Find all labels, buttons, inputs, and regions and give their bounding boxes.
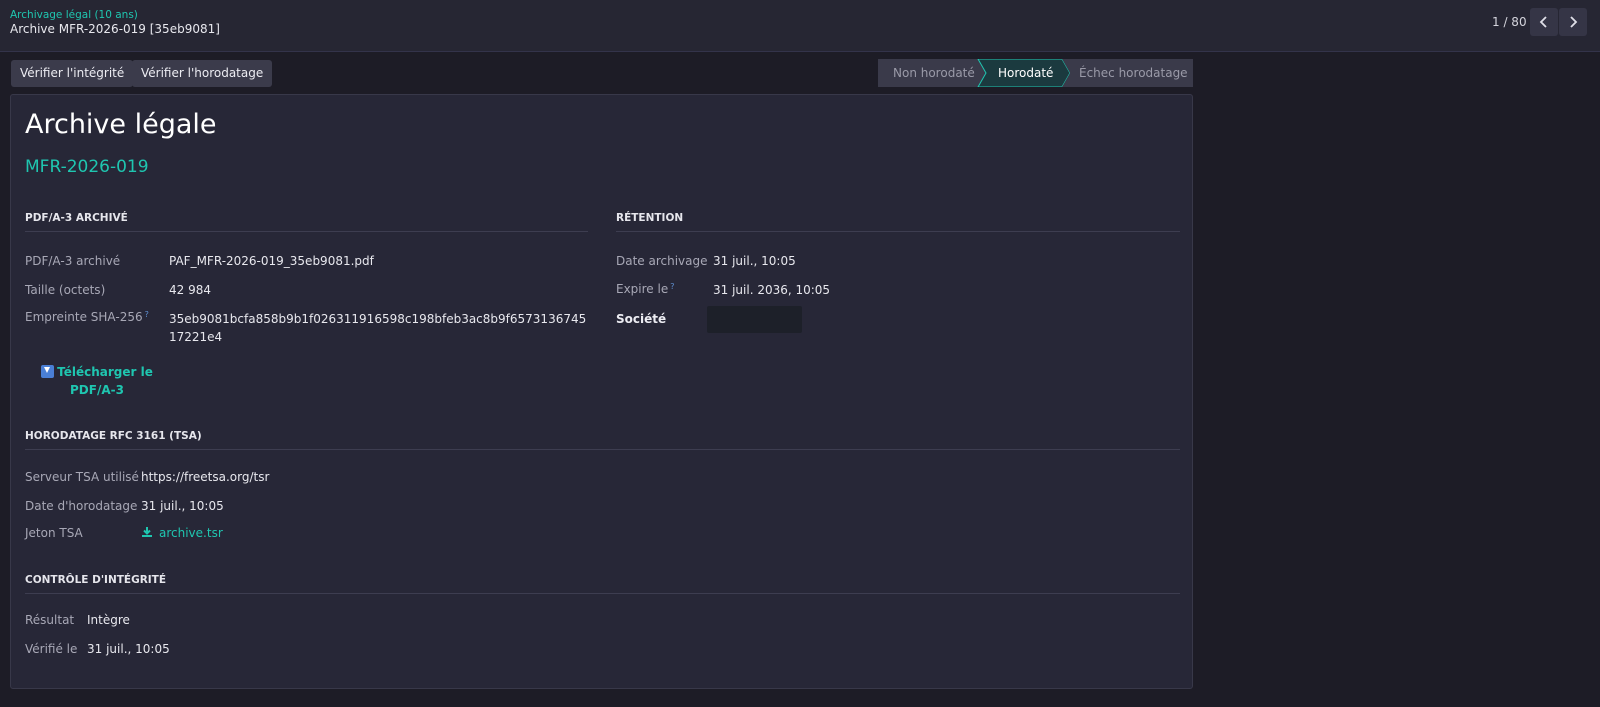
company-label: Société	[616, 312, 667, 326]
archive-date-value: 31 juil., 10:05	[713, 254, 796, 268]
file-size-value: 42 984	[169, 283, 211, 297]
expiry-label: Expire le?	[616, 282, 674, 296]
integrity-section-title: CONTRÔLE D'INTÉGRITÉ	[25, 574, 167, 586]
chevron-left-icon	[1539, 16, 1547, 28]
archive-date-label: Date archivage	[616, 254, 708, 268]
download-arrow-icon	[41, 365, 55, 378]
download-icon	[142, 527, 152, 537]
status-stage-timestamped[interactable]: Horodaté	[998, 66, 1053, 80]
tsa-section-divider	[25, 449, 1180, 450]
verify-integrity-button[interactable]: Vérifier l'intégrité	[11, 60, 134, 87]
status-stage-timestamp-failed[interactable]: Échec horodatage	[1079, 66, 1188, 80]
verified-on-value: 31 juil., 10:05	[87, 642, 170, 656]
tsa-server-label: Serveur TSA utilisé	[25, 470, 139, 484]
verified-on-label: Vérifié le	[25, 642, 78, 656]
form-sheet: Archive légale MFR-2026-019 PDF/A-3 ARCH…	[10, 94, 1193, 689]
page-title: Archive légale	[25, 109, 217, 140]
expiry-label-text: Expire le	[616, 282, 669, 296]
tsa-server-value: https://freetsa.org/tsr	[141, 470, 270, 484]
integrity-section-divider	[25, 593, 1180, 594]
verify-timestamp-button[interactable]: Vérifier l'horodatage	[132, 60, 273, 87]
tsa-token-label: Jeton TSA	[25, 526, 83, 540]
download-pdf-label: Télécharger le PDF/A-3	[57, 365, 153, 397]
download-pdf-link[interactable]: Télécharger le PDF/A-3	[37, 363, 157, 399]
sha256-value: 35eb9081bcfa858b9b1f026311916598c198bfeb…	[169, 312, 587, 344]
file-size-label: Taille (octets)	[25, 283, 106, 297]
help-icon[interactable]: ?	[145, 310, 149, 319]
sha256-label: Empreinte SHA-256?	[25, 310, 149, 324]
pdf-section-divider	[25, 231, 588, 232]
timestamp-date-label: Date d'horodatage	[25, 499, 138, 513]
archive-reference: MFR-2026-019	[25, 157, 149, 177]
status-stage-not-timestamped[interactable]: Non horodaté	[893, 66, 975, 80]
expiry-value: 31 juil. 2036, 10:05	[713, 283, 831, 297]
tsa-token-filename: archive.tsr	[159, 526, 223, 540]
pager-previous-button[interactable]	[1530, 8, 1558, 36]
pager-counter[interactable]: 1 / 80	[1492, 15, 1527, 29]
retention-section-title: RÉTENTION	[616, 212, 684, 224]
status-bar: Non horodaté Horodaté Échec horodatage	[878, 59, 1193, 87]
pager-next-button[interactable]	[1559, 8, 1587, 36]
sha256-label-text: Empreinte SHA-256	[25, 310, 143, 324]
chevron-right-icon	[1570, 16, 1578, 28]
pdf-file-value: PAF_MFR-2026-019_35eb9081.pdf	[169, 254, 374, 268]
tsa-token-download-link[interactable]: archive.tsr	[141, 526, 223, 540]
control-panel: Archivage légal (10 ans) Archive MFR-202…	[0, 0, 1600, 52]
pdf-file-label: PDF/A-3 archivé	[25, 254, 121, 268]
result-label: Résultat	[25, 613, 75, 627]
help-icon[interactable]: ?	[670, 282, 674, 291]
breadcrumb-current: Archive MFR-2026-019 [35eb9081]	[10, 22, 220, 36]
result-value: Intègre	[87, 613, 130, 627]
company-field[interactable]	[707, 306, 802, 333]
tsa-section-title: HORODATAGE RFC 3161 (TSA)	[25, 430, 202, 442]
pdf-section-title: PDF/A-3 ARCHIVÉ	[25, 212, 128, 224]
breadcrumb-parent-link[interactable]: Archivage légal (10 ans)	[10, 9, 138, 21]
timestamp-date-value: 31 juil., 10:05	[141, 499, 224, 513]
retention-section-divider	[616, 231, 1180, 232]
